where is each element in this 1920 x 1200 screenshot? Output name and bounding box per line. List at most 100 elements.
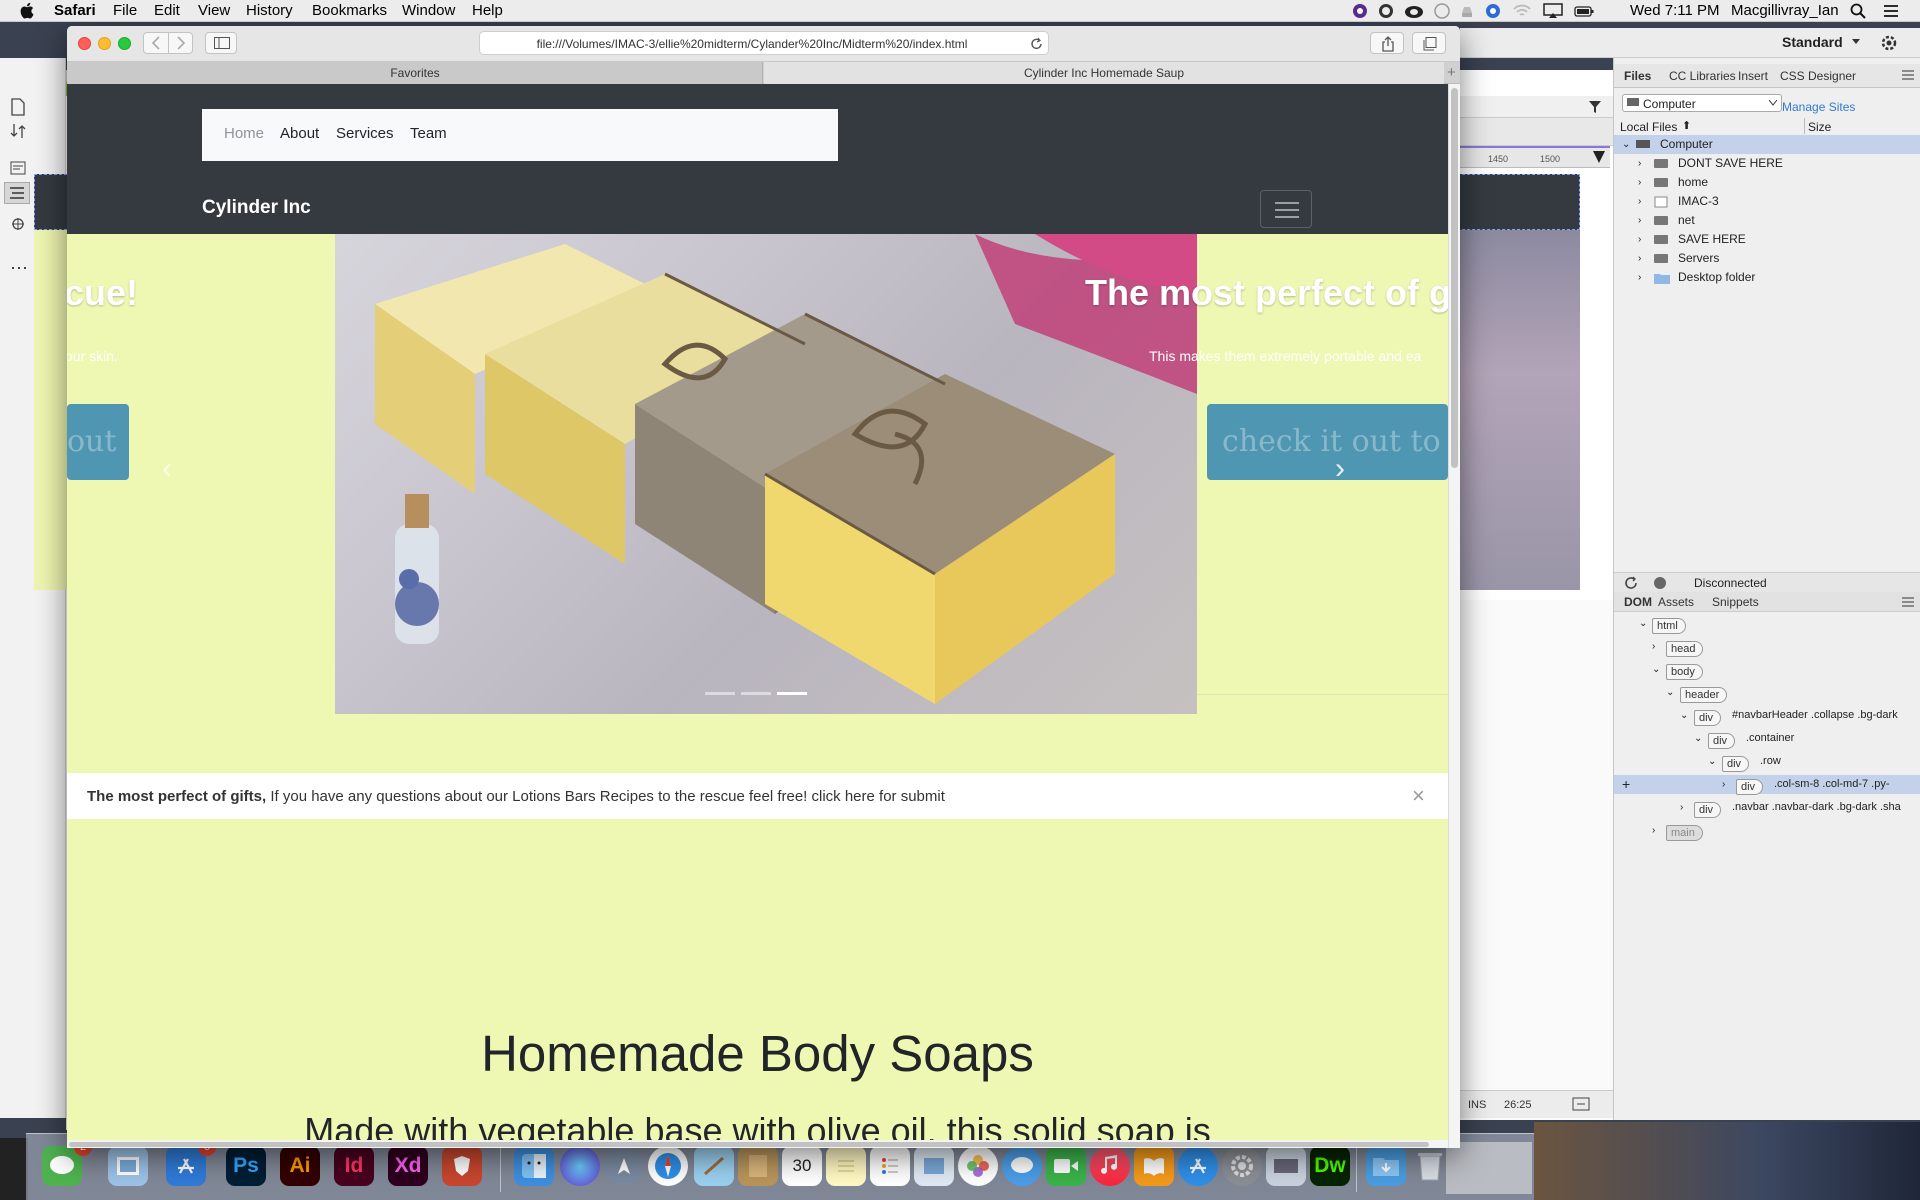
nav-link-team[interactable]: Team <box>410 125 447 142</box>
menubar-user[interactable]: Macgillivray_Ian <box>1731 2 1839 20</box>
photoshop-icon[interactable]: Ps <box>226 1146 266 1186</box>
finder-icon[interactable] <box>514 1146 554 1186</box>
filter-icon[interactable] <box>1588 100 1602 114</box>
tab-cc-libraries[interactable]: CC Libraries <box>1669 69 1736 83</box>
back-icon[interactable] <box>150 36 162 50</box>
carousel-indicator[interactable] <box>705 692 735 695</box>
dom-node-container[interactable]: ⌄ div .container <box>1614 729 1920 749</box>
carousel-right-button[interactable]: check it out to <box>1207 404 1448 480</box>
calendar-icon[interactable]: 30 <box>782 1146 822 1186</box>
menu-bookmarks[interactable]: Bookmarks <box>312 2 387 20</box>
disk-utility-icon[interactable] <box>1266 1146 1306 1186</box>
tree-item-imac-3[interactable]: › IMAC-3 <box>1614 192 1920 211</box>
airplay-icon[interactable] <box>1542 3 1564 19</box>
app-menu-safari[interactable]: Safari <box>54 2 96 20</box>
downloads-folder-icon[interactable] <box>1366 1146 1406 1186</box>
dock-stack-thumbnails[interactable] <box>1446 1142 1532 1194</box>
facetime-icon[interactable] <box>1046 1146 1086 1186</box>
carousel-indicator[interactable] <box>741 692 771 695</box>
connect-icon[interactable] <box>1652 576 1668 590</box>
navbar-brand[interactable]: Cylinder Inc <box>202 197 311 219</box>
carousel-indicator-active[interactable] <box>777 692 807 695</box>
photos-icon[interactable] <box>958 1146 998 1186</box>
zoom-window-button[interactable] <box>118 37 131 50</box>
preview-alt-icon[interactable] <box>694 1146 734 1186</box>
siri-icon[interactable] <box>560 1146 600 1186</box>
menu-edit[interactable]: Edit <box>154 2 180 20</box>
tab-files[interactable]: Files <box>1624 69 1651 83</box>
music-icon[interactable] <box>1090 1146 1130 1186</box>
tab-snippets[interactable]: Snippets <box>1712 595 1759 609</box>
illustrator-icon[interactable]: Ai <box>280 1146 320 1186</box>
dom-node-navbar-header[interactable]: ⌄ div #navbarHeader .collapse .bg-dark <box>1614 706 1920 726</box>
close-window-button[interactable] <box>78 37 91 50</box>
battery-icon[interactable] <box>1574 3 1594 19</box>
menu-file[interactable]: File <box>113 2 137 20</box>
alert-close-icon[interactable]: × <box>1412 783 1425 809</box>
app-store-blue-icon[interactable] <box>1178 1146 1218 1186</box>
add-element-icon[interactable]: + <box>1622 775 1630 794</box>
vertical-scrollbar[interactable] <box>1448 84 1460 1148</box>
reminders-icon[interactable] <box>870 1146 910 1186</box>
menu-history[interactable]: History <box>246 2 293 20</box>
books-icon[interactable] <box>1134 1146 1174 1186</box>
status-app-icon[interactable] <box>1484 3 1502 19</box>
dom-node-header[interactable]: ⌄ header <box>1614 683 1920 703</box>
address-bar[interactable]: file:///Volumes/IMAC-3/ellie%20midterm/C… <box>479 31 1049 55</box>
status-app-icon[interactable] <box>1458 3 1476 19</box>
tree-item-home[interactable]: › home <box>1614 173 1920 192</box>
site-select[interactable]: Computer <box>1622 94 1782 112</box>
tab-cylinder-inc[interactable]: Cylinder Inc Homemade Saup <box>764 62 1444 84</box>
dom-node-navbar[interactable]: › div .navbar .navbar-dark .bg-dark .sha <box>1614 798 1920 818</box>
tree-root-computer[interactable]: ⌄ Computer <box>1614 135 1920 154</box>
safari-icon[interactable] <box>648 1146 688 1186</box>
sidebar-button[interactable] <box>205 32 237 54</box>
col-size[interactable]: Size <box>1808 120 1831 134</box>
photo-booth-icon[interactable] <box>914 1146 954 1186</box>
insert-icon[interactable] <box>10 216 26 232</box>
forward-icon[interactable] <box>175 36 187 50</box>
menubar-clock[interactable]: Wed 7:11 PM <box>1630 2 1720 20</box>
notes-icon[interactable] <box>826 1146 866 1186</box>
file-transfer-icon[interactable] <box>10 122 26 140</box>
properties-icon[interactable] <box>10 160 26 178</box>
tree-item-dont-save-here[interactable]: › DONT SAVE HERE <box>1614 154 1920 173</box>
chevron-down-icon[interactable] <box>1852 39 1860 45</box>
more-icon[interactable]: ⋯ <box>10 258 28 279</box>
creative-cloud-icon[interactable] <box>1404 3 1424 19</box>
minimize-window-button[interactable] <box>98 37 111 50</box>
status-app-icon[interactable] <box>1434 3 1450 19</box>
document-icon[interactable] <box>10 98 26 116</box>
tree-item-save-here[interactable]: › SAVE HERE <box>1614 230 1920 249</box>
horizontal-scrollbar[interactable] <box>67 1140 1448 1148</box>
tree-item-net[interactable]: › net <box>1614 211 1920 230</box>
indesign-icon[interactable]: Id <box>334 1146 374 1186</box>
preview-icon[interactable] <box>108 1146 148 1186</box>
carousel-prev-icon[interactable]: ‹ <box>162 452 172 486</box>
tree-item-servers[interactable]: › Servers <box>1614 249 1920 268</box>
carousel-left-button[interactable]: out <box>67 404 129 480</box>
new-tab-icon[interactable]: + <box>1447 64 1456 81</box>
xd-icon[interactable]: Xd <box>388 1146 428 1186</box>
show-tabs-button[interactable] <box>1412 32 1446 54</box>
dom-panel-icon[interactable] <box>4 182 30 204</box>
col-local-files[interactable]: Local Files <box>1620 120 1677 134</box>
tab-dom[interactable]: DOM <box>1624 595 1652 609</box>
carousel-next-icon[interactable]: › <box>1335 452 1345 486</box>
vertical-scrollbar-thumb[interactable] <box>1451 88 1458 468</box>
spotlight-icon[interactable] <box>1850 3 1866 19</box>
gear-icon[interactable] <box>1880 34 1898 52</box>
nav-link-home[interactable]: Home <box>224 125 264 142</box>
refresh-icon[interactable] <box>1624 576 1638 590</box>
dreamweaver-icon[interactable]: Dw <box>1310 1146 1350 1186</box>
tab-favorites[interactable]: Favorites <box>67 62 763 84</box>
navbar-toggler-button[interactable] <box>1260 190 1312 228</box>
panel-menu-icon[interactable] <box>1902 70 1914 80</box>
dom-node-html[interactable]: ⌄ html <box>1614 614 1920 634</box>
notification-center-icon[interactable] <box>1882 3 1900 19</box>
trash-icon[interactable] <box>1410 1146 1450 1186</box>
panel-menu-icon[interactable] <box>1902 597 1914 607</box>
reload-icon[interactable] <box>1030 37 1043 51</box>
dom-node-head[interactable]: › head <box>1614 637 1920 657</box>
dom-node-col-selected[interactable]: + › div .col-sm-8 .col-md-7 .py- <box>1614 775 1920 795</box>
